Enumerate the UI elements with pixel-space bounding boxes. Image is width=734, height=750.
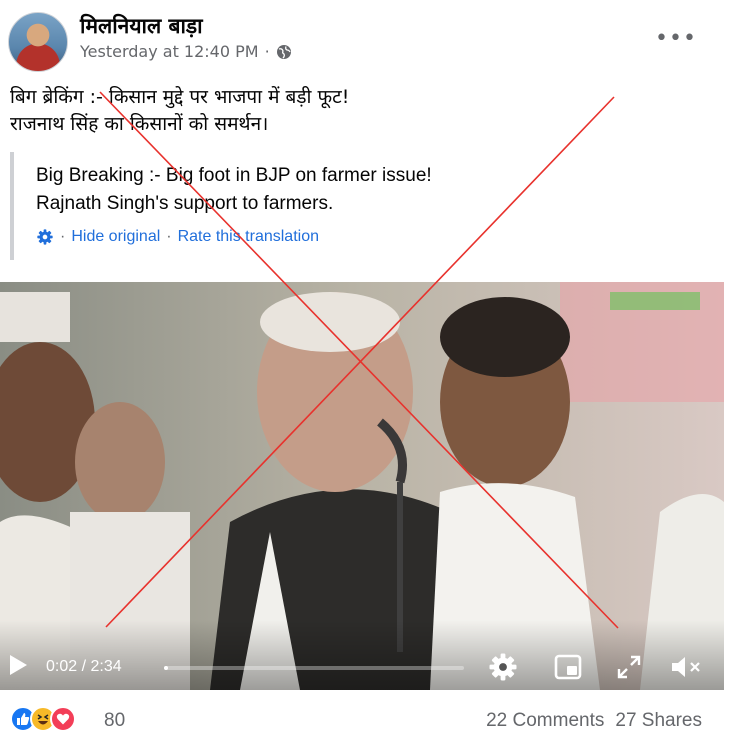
more-options-button[interactable]: •••	[655, 22, 696, 54]
hide-original-link[interactable]: Hide original	[71, 228, 160, 246]
video-time: 0:02 / 2:34	[46, 658, 122, 676]
time-separator: /	[77, 658, 91, 675]
link-separator: ·	[166, 228, 172, 245]
pip-icon[interactable]	[554, 654, 582, 680]
comments-count[interactable]: 22 Comments	[486, 710, 604, 732]
video-controls: 0:02 / 2:34	[0, 620, 724, 690]
translation-line: Rajnath Singh's support to farmers.	[36, 193, 334, 214]
progress-fill	[164, 666, 168, 670]
play-icon[interactable]	[8, 654, 28, 676]
current-time: 0:02	[46, 658, 78, 675]
globe-icon	[276, 44, 291, 59]
engagement-bar: 80 22 Comments 27 Shares	[0, 698, 734, 742]
timestamp[interactable]: Yesterday at 12:40 PM	[80, 42, 259, 61]
settings-icon[interactable]	[488, 652, 518, 682]
progress-bar[interactable]	[164, 666, 464, 670]
post-meta: Yesterday at 12:40 PM ·	[80, 42, 292, 61]
fullscreen-icon[interactable]	[616, 654, 642, 680]
post-text-line: राजनाथ सिंह का किसानों को समर्थन।	[10, 113, 269, 135]
avatar[interactable]	[8, 12, 68, 72]
rate-translation-link[interactable]: Rate this translation	[178, 228, 319, 246]
reaction-count[interactable]: 80	[104, 710, 125, 732]
love-icon	[50, 706, 76, 732]
duration: 2:34	[90, 658, 122, 675]
translation-line: Big Breaking :- Big foot in BJP on farme…	[36, 165, 432, 186]
meta-separator: ·	[264, 42, 270, 61]
video-player[interactable]: 0:02 / 2:34	[0, 282, 724, 690]
post-header: मिलनियाल बाड़ा Yesterday at 12:40 PM · •…	[0, 0, 734, 72]
gear-icon[interactable]	[36, 228, 54, 246]
page-name[interactable]: मिलनियाल बाड़ा	[80, 12, 203, 40]
post-text-line: बिग ब्रेकिंग :- किसान मुद्दे पर भाजपा मे…	[10, 86, 350, 108]
mute-icon[interactable]	[670, 654, 702, 680]
post-text: बिग ब्रेकिंग :- किसान मुद्दे पर भाजपा मे…	[10, 84, 610, 138]
link-separator: ·	[60, 228, 66, 245]
reaction-icons[interactable]	[10, 706, 76, 732]
translation-block: Big Breaking :- Big foot in BJP on farme…	[10, 152, 610, 260]
shares-count[interactable]: 27 Shares	[615, 710, 702, 732]
